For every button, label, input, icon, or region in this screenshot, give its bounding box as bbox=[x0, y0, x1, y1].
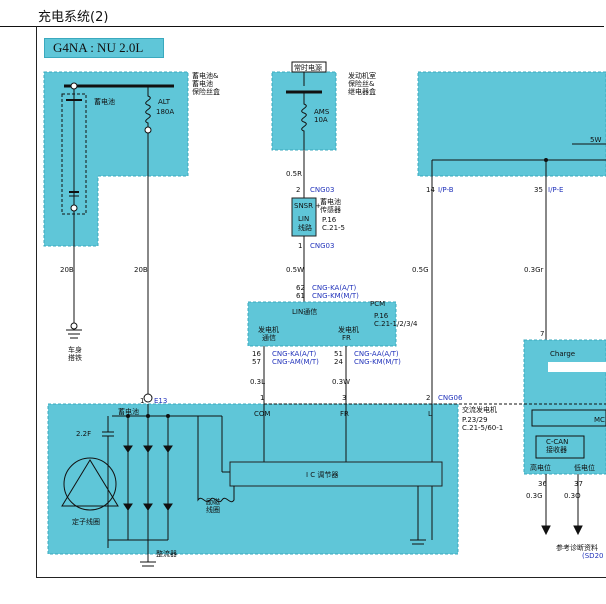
node bbox=[70, 82, 78, 90]
connector-label: CNG06 bbox=[438, 394, 463, 402]
ref-note-2: (SD20 bbox=[582, 552, 603, 560]
pcm-ref-1: P.16 bbox=[374, 312, 389, 320]
pin-label: 1 bbox=[140, 397, 144, 405]
pin-label: 7 bbox=[540, 330, 544, 338]
pin-label: 24 bbox=[334, 358, 343, 366]
pin-label: 62 bbox=[296, 284, 305, 292]
pin-label: 1 bbox=[298, 242, 302, 250]
hot-box-title-3: 继电器盒 bbox=[348, 87, 376, 96]
hot-box-title-2: 保险丝& bbox=[348, 79, 375, 88]
alt-name: 交流发电机 bbox=[462, 405, 497, 414]
mc-label: MC bbox=[594, 416, 605, 424]
field-label-1: 励磁 bbox=[206, 497, 220, 506]
pin-label: 2 bbox=[426, 394, 430, 402]
ccan-label-2: 接收器 bbox=[546, 445, 567, 454]
sensor-name-1: 蓄电池 bbox=[320, 197, 341, 206]
pin-label: 61 bbox=[296, 292, 305, 300]
l-terminal: L bbox=[428, 410, 432, 418]
alt-fuse-rating: 180A bbox=[156, 108, 174, 116]
connector-label: CNG-KA(A/T) bbox=[312, 284, 356, 292]
hot-box-title-1: 发动机室 bbox=[348, 71, 376, 80]
wire-label: 0.3G bbox=[526, 492, 543, 500]
connector-label: CNG-AA(A/T) bbox=[354, 350, 399, 358]
pin-label: 14 bbox=[426, 186, 435, 194]
connector-label: E13 bbox=[154, 397, 167, 405]
ground-label-1: 车身 bbox=[68, 345, 82, 354]
battery-box-title-3: 保险丝盒 bbox=[192, 87, 220, 96]
wire-label: 0.3W bbox=[332, 378, 350, 386]
wire-label: 0.3L bbox=[250, 378, 265, 386]
sensor-ref-1: P.16 bbox=[322, 216, 337, 224]
capacitor-label: 2.2F bbox=[76, 430, 91, 438]
pin-label: 3 bbox=[342, 394, 346, 402]
wire-label: 20B bbox=[134, 266, 148, 274]
pcm-ref-2: C.21-1/2/3/4 bbox=[374, 320, 418, 328]
pin-label: 1 bbox=[260, 394, 264, 402]
alt-fuse-name: ALT bbox=[158, 98, 171, 106]
alt-battery-label: 蓄电池 bbox=[118, 407, 139, 416]
ams-fuse-name: AMS bbox=[314, 108, 330, 116]
pin-label: 57 bbox=[252, 358, 261, 366]
pin-label: 16 bbox=[252, 350, 261, 358]
sensor-line: 线路 bbox=[298, 223, 312, 232]
wire-label: 0.3Gr bbox=[524, 266, 544, 274]
wire-label: 5W bbox=[590, 136, 601, 144]
connector-label: CNG-AM(M/T) bbox=[272, 358, 319, 366]
pin-label: 36 bbox=[538, 480, 547, 488]
wire-label: 0.5W bbox=[286, 266, 304, 274]
fr-terminal: FR bbox=[340, 410, 349, 418]
wire-label: 20B bbox=[60, 266, 74, 274]
connector-label: CNG03 bbox=[310, 186, 334, 194]
wiring-diagram: 蓄电池& 蓄电池 保险丝盒 蓄电池 ALT 180A 常时电源 发动机室 保险丝… bbox=[43, 61, 606, 567]
ams-fuse-rating: 10A bbox=[314, 116, 328, 124]
sensor-name-2: 传感器 bbox=[320, 205, 341, 214]
pin-label: 2 bbox=[296, 186, 300, 194]
battery-box-title-1: 蓄电池& bbox=[192, 71, 219, 80]
pin-label: 51 bbox=[334, 350, 343, 358]
sensor-ref-2: C.21-5 bbox=[322, 224, 345, 232]
pcm-name: PCM bbox=[370, 300, 385, 308]
wire-label: 0.3O bbox=[564, 492, 581, 500]
com-terminal: COM bbox=[254, 410, 270, 418]
connector-label: I/P-E bbox=[548, 186, 563, 194]
pcm-right-2: FR bbox=[342, 334, 351, 342]
charge-label: Charge bbox=[550, 350, 575, 358]
pcm-bus: LIN通信 bbox=[292, 307, 317, 316]
regulator-label: I C 调节器 bbox=[306, 470, 338, 479]
pcm-left-2: 通信 bbox=[262, 333, 276, 342]
battery-box-title-2: 蓄电池 bbox=[192, 79, 213, 88]
hi-label: 高电位 bbox=[530, 463, 551, 472]
battery-label: 蓄电池 bbox=[94, 97, 115, 106]
lo-label: 低电位 bbox=[574, 463, 595, 472]
connector-label: I/P-B bbox=[438, 186, 454, 194]
wire-label: 0.5G bbox=[412, 266, 429, 274]
pcm-left-1: 发电机 bbox=[258, 325, 279, 334]
ref-note-1: 参考诊断资料 bbox=[556, 543, 598, 552]
sensor-snsr: SNSR + bbox=[294, 202, 321, 210]
connector-label: CNG03 bbox=[310, 242, 334, 250]
pin-label: 37 bbox=[574, 480, 583, 488]
alt-ref-1: P.23/29 bbox=[462, 416, 488, 424]
ccan-label-1: C-CAN bbox=[546, 438, 568, 446]
stator-label: 定子线圈 bbox=[72, 517, 100, 526]
field-label-2: 线圈 bbox=[206, 505, 220, 514]
connector-label: CNG-KA(A/T) bbox=[272, 350, 316, 358]
page: 充电系统(2) G4NA : NU 2.0L 蓄电池& 蓄电池 保险丝盒 蓄电池… bbox=[0, 0, 606, 604]
pcm-right-1: 发电机 bbox=[338, 325, 359, 334]
pin-label: 35 bbox=[534, 186, 543, 194]
sensor-lin: LIN bbox=[298, 215, 309, 223]
rectifier-label: 整流器 bbox=[156, 549, 177, 558]
alt-ref-2: C.21-5/60-1 bbox=[462, 424, 503, 432]
connector-label: CNG-KM(M/T) bbox=[354, 358, 401, 366]
hot-label: 常时电源 bbox=[294, 63, 322, 72]
wire-label: 0.5R bbox=[286, 170, 302, 178]
ground-label-2: 搭铁 bbox=[68, 353, 82, 362]
connector-label: CNG-KM(M/T) bbox=[312, 292, 359, 300]
